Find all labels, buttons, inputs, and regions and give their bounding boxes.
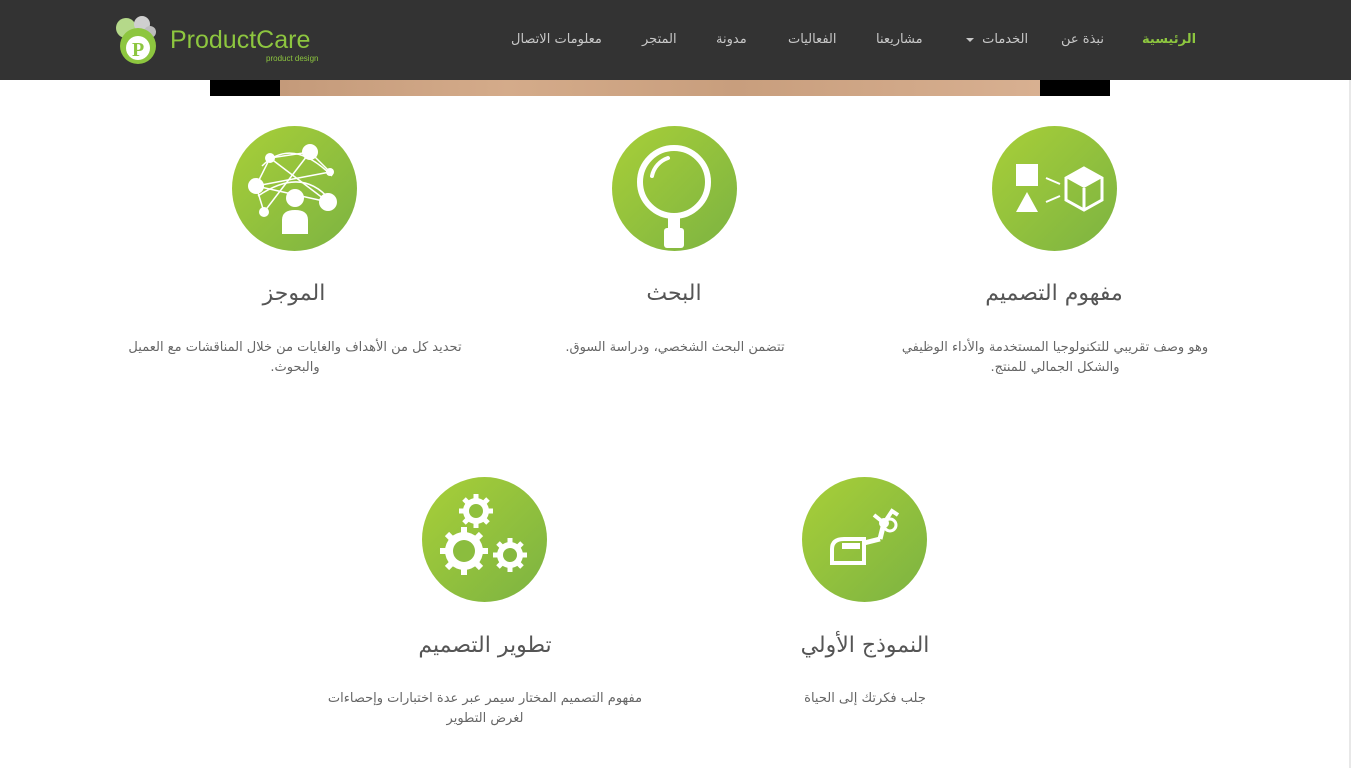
- feature-title: الموجز: [262, 281, 326, 306]
- top-navbar: P ProductCare product design الرئيسية نب…: [0, 0, 1351, 80]
- feature-icon-circle: [992, 126, 1117, 251]
- feature-title: النموذج الأولي: [800, 633, 930, 658]
- chevron-down-icon: [966, 37, 974, 42]
- feature-title: البحث: [646, 281, 702, 306]
- feature-title: تطوير التصميم: [418, 633, 552, 658]
- svg-text:P: P: [132, 39, 144, 61]
- logo-p-icon: P: [116, 16, 156, 64]
- network-person-icon: [248, 144, 337, 234]
- feature-description: مفهوم التصميم المختار سيمر عبر عدة اختبا…: [327, 691, 643, 726]
- hero-image: [280, 80, 1040, 96]
- magnifier-icon: [637, 145, 711, 248]
- feature-icon-circle: [802, 477, 927, 602]
- brand-tagline: product design: [266, 54, 319, 63]
- brand-name: ProductCare: [170, 26, 311, 54]
- brand-logo[interactable]: P ProductCare product design: [114, 14, 334, 66]
- nav-item-contact[interactable]: معلومات الاتصال: [511, 31, 602, 49]
- feature-icon-circle: [232, 126, 357, 251]
- gears-icon: [440, 494, 527, 575]
- nav-item-home[interactable]: الرئيسية: [1142, 31, 1196, 49]
- feature-title: مفهوم التصميم: [985, 281, 1123, 306]
- feature-description: تتضمن البحث الشخصي، ودراسة السوق.: [565, 340, 785, 355]
- feature-icon-circle: [422, 477, 547, 602]
- feature-description: تحديد كل من الأهداف والغايات من خلال الم…: [128, 340, 462, 375]
- shapes-cube-icon: [1016, 164, 1104, 212]
- feature-icon-circle: [612, 126, 737, 251]
- nav-item-about[interactable]: نبذة عن: [1061, 31, 1104, 49]
- nav-item-services[interactable]: الخدمات: [966, 31, 1028, 49]
- feature-description: وهو وصف تقريبي للتكنولوجيا المستخدمة وال…: [901, 340, 1209, 375]
- nav-item-blog[interactable]: مدونة: [716, 31, 747, 49]
- nav-item-events[interactable]: الفعاليات: [788, 31, 836, 49]
- nav-item-shop[interactable]: المتجر: [642, 31, 677, 49]
- hero-image-strip: [210, 80, 1110, 96]
- robot-arm-icon: [830, 508, 900, 565]
- feature-description: جلب فكرتك إلى الحياة: [804, 691, 926, 706]
- nav-item-projects[interactable]: مشاريعنا: [876, 31, 923, 49]
- nav-item-services-label: الخدمات: [982, 32, 1029, 47]
